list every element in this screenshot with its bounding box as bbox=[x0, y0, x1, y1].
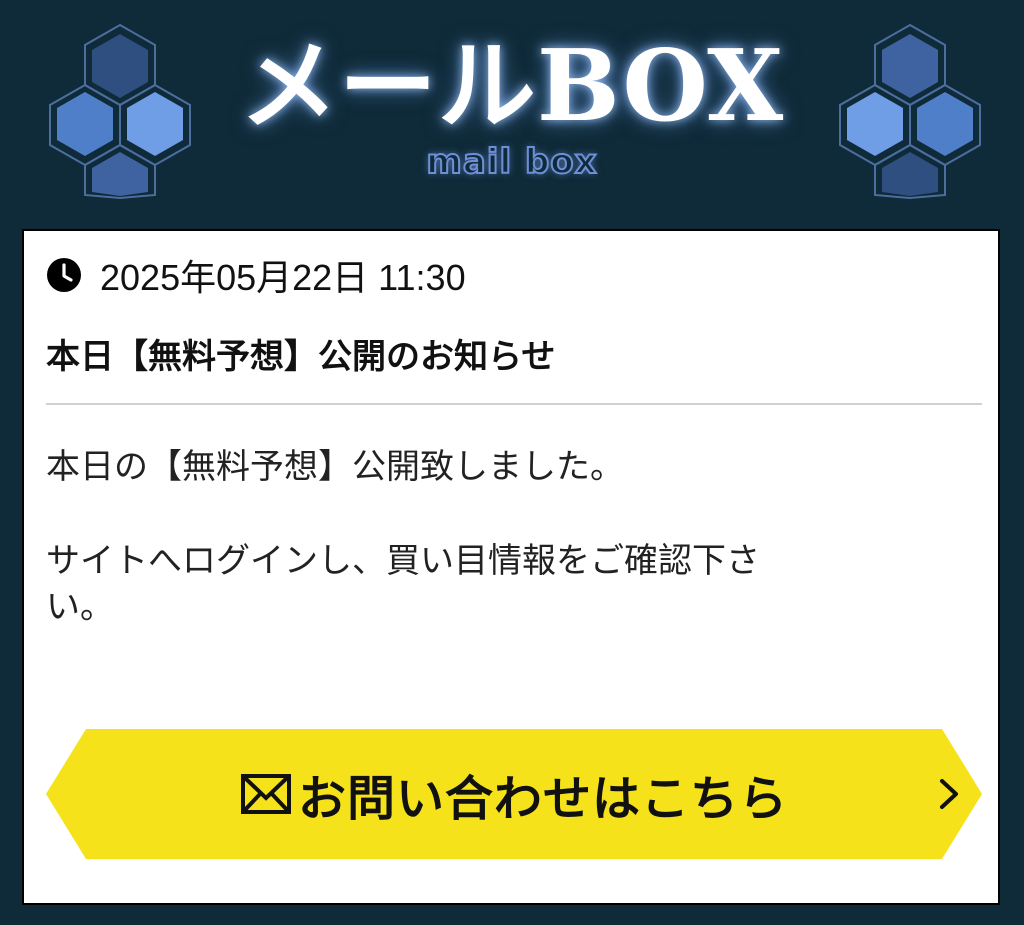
message-card: 2025年05月22日 11:30 本日【無料予想】公開のお知らせ 本日の【無料… bbox=[22, 229, 1000, 905]
message-date-row: 2025年05月22日 11:30 bbox=[46, 255, 466, 298]
contact-button[interactable]: お問い合わせはこちら bbox=[46, 729, 982, 859]
clock-icon bbox=[47, 258, 81, 292]
mail-box-page: メールBOX mail box 2025年05月22日 11:30 本日【無料予… bbox=[0, 0, 1024, 925]
header-banner: メールBOX mail box bbox=[0, 0, 1024, 228]
message-body-line-3: い。 bbox=[46, 587, 114, 627]
message-subject: 本日【無料予想】公開のお知らせ bbox=[46, 337, 556, 377]
contact-button-content: お問い合わせはこちら bbox=[46, 729, 982, 859]
logo-title: メールBOX bbox=[239, 29, 785, 144]
envelope-icon bbox=[240, 774, 291, 814]
message-datetime: 2025年05月22日 11:30 bbox=[100, 257, 466, 298]
message-body-line-2: サイトへログインし、買い目情報をご確認下さ bbox=[46, 541, 760, 581]
logo-subtitle: mail box bbox=[425, 141, 598, 183]
contact-button-label: お問い合わせはこちら bbox=[297, 771, 788, 827]
chevron-right-icon bbox=[940, 779, 958, 809]
message-body-line-1: 本日の【無料予想】公開致しました。 bbox=[46, 447, 624, 487]
divider bbox=[46, 403, 982, 405]
